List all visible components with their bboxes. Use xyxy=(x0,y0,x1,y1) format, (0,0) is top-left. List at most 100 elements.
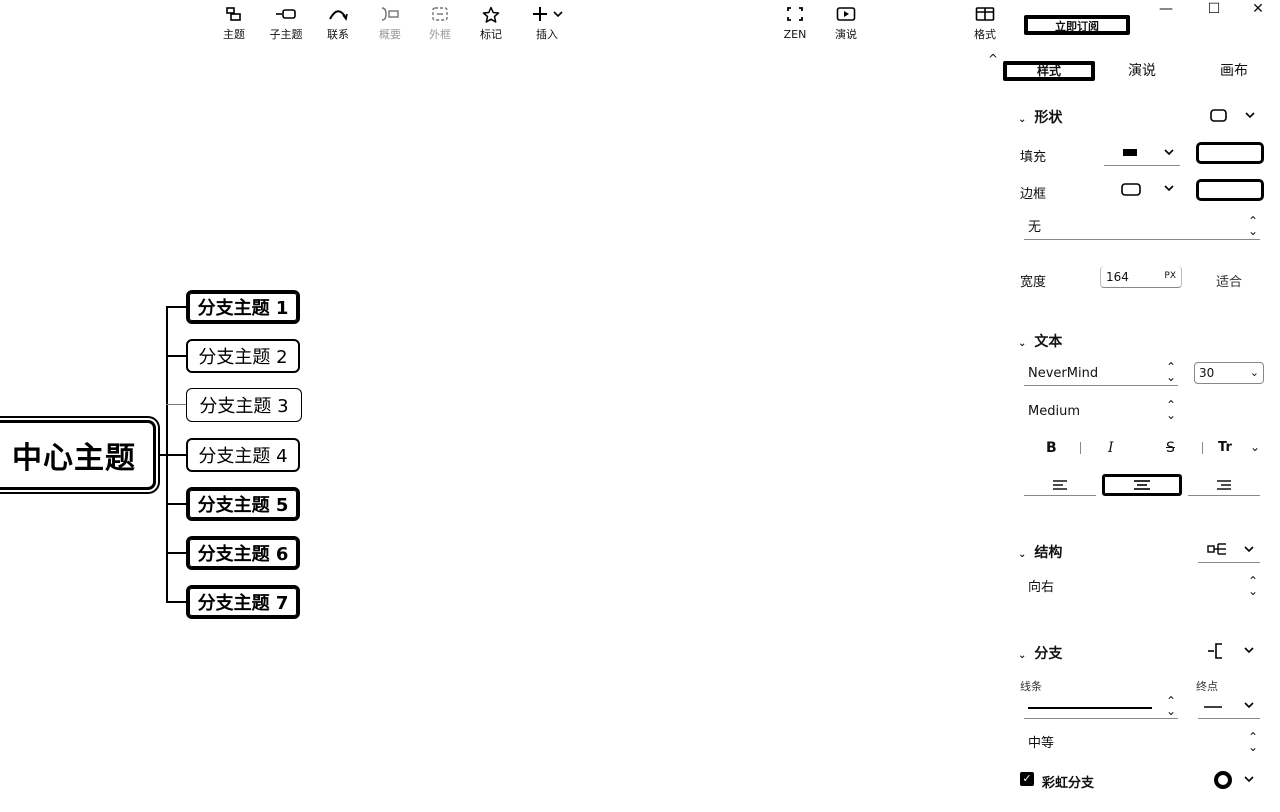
format-panel-button[interactable]: 格式 xyxy=(959,6,1011,46)
text-section-header[interactable]: ⌄ 文本 xyxy=(1018,331,1062,351)
branch-topic-4[interactable]: 分支主题 4 xyxy=(186,438,300,472)
chevron-down-icon: ⌄ xyxy=(1249,366,1259,379)
connector-line xyxy=(166,404,186,405)
format-label: 格式 xyxy=(974,28,996,41)
align-center-button[interactable] xyxy=(1102,474,1182,496)
font-size-value: 30 xyxy=(1199,366,1215,380)
strikethrough-button[interactable]: S xyxy=(1166,440,1175,456)
subtopic-button[interactable]: 子主题 xyxy=(260,6,312,46)
branch-connector-picker[interactable] xyxy=(1206,641,1262,661)
shape-section-header[interactable]: ⌄ 形状 xyxy=(1018,107,1062,127)
branch-topic-2[interactable]: 分支主题 2 xyxy=(186,339,300,373)
branch-topic-7[interactable]: 分支主题 7 xyxy=(186,585,300,619)
subtopic-icon xyxy=(260,6,312,28)
updown-icon: ⌃ ⌄ xyxy=(1248,574,1259,598)
minimize-button[interactable]: — xyxy=(1150,0,1182,20)
updown-icon: ⌃ ⌄ xyxy=(1166,694,1177,718)
connector-line xyxy=(166,503,186,505)
collapse-toggle[interactable]: ^ xyxy=(988,52,998,66)
border-style-select[interactable] xyxy=(1118,180,1180,200)
align-center-icon xyxy=(1134,480,1150,490)
connector-line xyxy=(166,355,186,357)
line-end-label: 终点 xyxy=(1196,680,1218,693)
branch-topic-1[interactable]: 分支主题 1 xyxy=(186,290,300,324)
rainbow-palette-picker[interactable] xyxy=(1214,770,1262,790)
rainbow-branch-label: 彩虹分支 xyxy=(1042,776,1095,791)
rainbow-branch-checkbox[interactable]: ✓ xyxy=(1020,772,1034,786)
palette-icon xyxy=(1214,771,1254,789)
connector-line xyxy=(166,454,186,456)
relationship-label: 联系 xyxy=(327,28,349,41)
chevron-down-icon: ⌄ xyxy=(1018,549,1027,560)
fit-width-button[interactable]: 适合 xyxy=(1216,271,1242,290)
summary-label: 概要 xyxy=(379,28,401,41)
structure-section-header[interactable]: ⌄ 结构 xyxy=(1018,542,1062,562)
insert-button[interactable]: 插入 xyxy=(521,6,573,46)
width-label: 宽度 xyxy=(1020,275,1047,290)
shape-picker[interactable] xyxy=(1208,107,1268,125)
fill-color-swatch[interactable] xyxy=(1196,142,1264,164)
branch-connector-icon xyxy=(1208,643,1254,659)
close-button[interactable]: ✕ xyxy=(1242,0,1274,20)
topic-label: 主题 xyxy=(223,28,245,41)
divider xyxy=(1080,442,1081,454)
fill-style-select[interactable] xyxy=(1104,143,1180,166)
align-right-button[interactable] xyxy=(1188,474,1260,496)
line-end-icon xyxy=(1204,702,1254,709)
connector-line xyxy=(166,601,186,603)
topic-icon xyxy=(208,6,260,28)
structure-direction-value: 向右 xyxy=(1028,580,1055,595)
border-color-swatch[interactable] xyxy=(1196,179,1264,201)
subscribe-button[interactable]: 立即订阅 xyxy=(1024,15,1130,35)
line-style-label: 线条 xyxy=(1020,680,1042,693)
relationship-button[interactable]: 联系 xyxy=(312,6,364,46)
topic-button[interactable]: 主题 xyxy=(208,6,260,46)
branch-topic-6[interactable]: 分支主题 6 xyxy=(186,536,300,570)
plus-icon xyxy=(521,6,573,28)
line-style-select[interactable]: ⌃ ⌄ xyxy=(1024,694,1178,719)
line-thickness-select[interactable]: 中等 ⌃ ⌄ xyxy=(1024,731,1260,756)
structure-right-icon xyxy=(1207,543,1254,555)
branch-section-header[interactable]: ⌄ 分支 xyxy=(1018,643,1062,663)
chevron-down-icon: ⌄ xyxy=(1018,338,1027,349)
fill-solid-icon xyxy=(1123,149,1174,156)
updown-icon: ⌃ ⌄ xyxy=(1166,398,1177,422)
border-pattern-value: 无 xyxy=(1028,220,1042,235)
boundary-icon xyxy=(414,6,466,28)
branch-section-title: 分支 xyxy=(1034,646,1063,662)
connector-line xyxy=(166,306,186,308)
fullscreen-icon xyxy=(769,6,821,28)
relationship-icon xyxy=(312,6,364,28)
marker-button[interactable]: 标记 xyxy=(465,6,517,46)
align-left-icon xyxy=(1053,479,1067,490)
font-family-select[interactable]: NeverMind ⌃ ⌄ xyxy=(1024,361,1178,386)
connector-line xyxy=(166,552,186,554)
width-input[interactable]: 164 PX xyxy=(1100,266,1182,288)
tab-presentation[interactable]: 演说 xyxy=(1112,61,1172,81)
bold-button[interactable]: B xyxy=(1046,440,1057,456)
zen-label: ZEN xyxy=(783,28,807,41)
font-weight-select[interactable]: Medium ⌃ ⌄ xyxy=(1024,398,1178,424)
border-pattern-select[interactable]: 无 ⌃ ⌄ xyxy=(1024,215,1260,240)
play-icon xyxy=(820,6,872,28)
zen-button[interactable]: ZEN xyxy=(769,6,821,46)
text-case-button[interactable]: Tr xyxy=(1218,440,1232,455)
present-button[interactable]: 演说 xyxy=(820,6,872,46)
branch-topic-5[interactable]: 分支主题 5 xyxy=(186,487,300,521)
font-size-input[interactable]: 30 ⌄ xyxy=(1194,362,1264,384)
branch-topic-3[interactable]: 分支主题 3 xyxy=(186,388,302,422)
insert-label: 插入 xyxy=(536,28,558,41)
line-end-select[interactable] xyxy=(1198,696,1260,719)
rounded-rect-icon xyxy=(1210,109,1255,122)
tab-canvas[interactable]: 画布 xyxy=(1204,61,1264,81)
boundary-button[interactable]: 外框 xyxy=(414,6,466,46)
central-topic[interactable]: 中心主题 xyxy=(0,420,156,490)
tab-style[interactable]: 样式 xyxy=(1003,61,1095,81)
italic-button[interactable]: I xyxy=(1108,440,1114,456)
structure-picker[interactable] xyxy=(1198,540,1260,563)
structure-direction-select[interactable]: 向右 ⌃ ⌄ xyxy=(1024,574,1260,600)
align-left-button[interactable] xyxy=(1024,474,1096,496)
maximize-button[interactable]: ☐ xyxy=(1198,0,1230,20)
summary-button[interactable]: 概要 xyxy=(364,6,416,46)
marker-label: 标记 xyxy=(480,28,502,41)
